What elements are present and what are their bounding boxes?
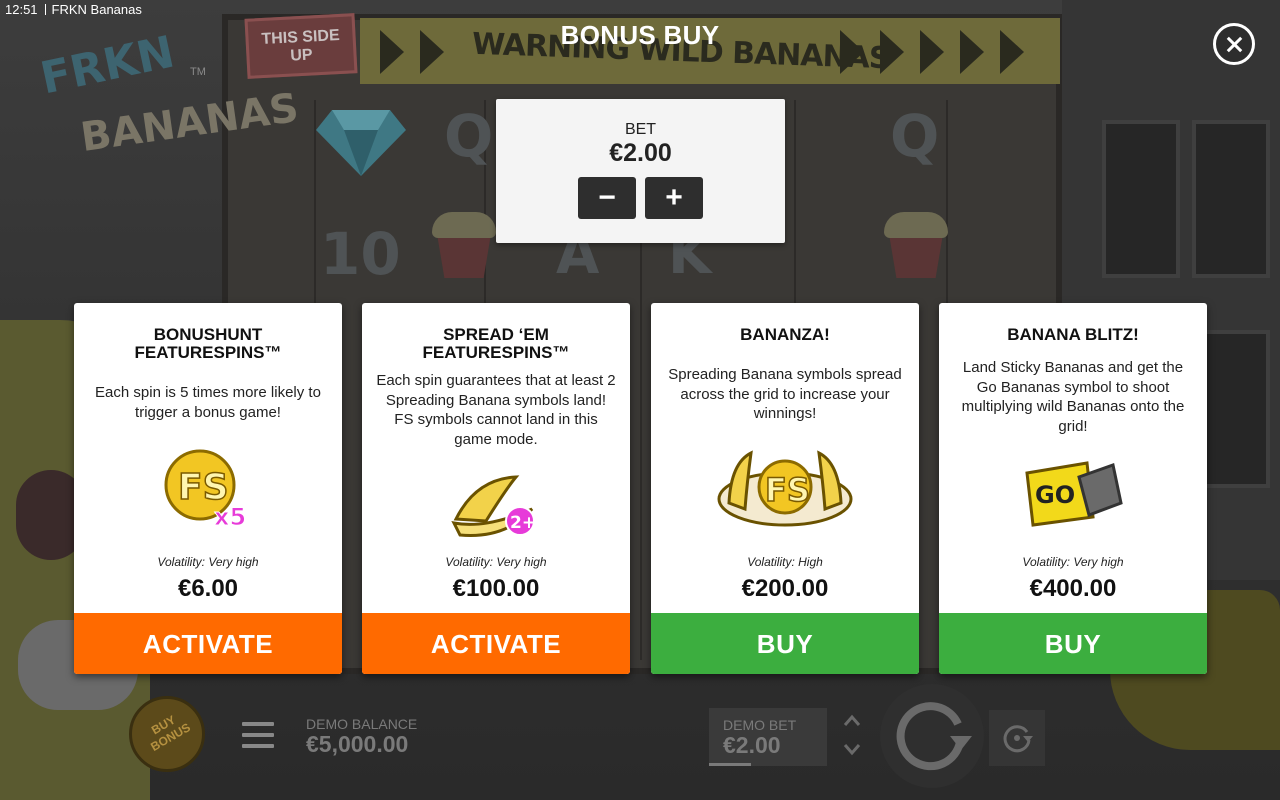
card-description: Land Sticky Bananas and get the Go Banan… [961, 359, 1185, 435]
autoplay-button[interactable] [989, 710, 1045, 766]
bet-value: €2.00 [609, 139, 672, 167]
bonus-card-spread-em: SPREAD ‘EM FEATURESPINS™ Each spin guara… [362, 303, 630, 674]
card-price: €200.00 [741, 575, 829, 602]
fs-bananas-icon: FS [717, 450, 853, 527]
spreading-banana-icon: 2+ [451, 475, 536, 537]
demo-bet-underline [709, 763, 751, 766]
popcorn-symbol [424, 208, 504, 278]
demo-bet-box[interactable]: DEMO BET €2.00 [709, 708, 827, 766]
card-description: Each spin is 5 times more likely to trig… [95, 384, 321, 421]
demo-bet-label: DEMO BET [723, 717, 797, 733]
hamburger-menu-icon[interactable] [242, 722, 274, 748]
symbol-q: Q [890, 102, 940, 170]
bonus-card-bonushunt: BONUSHUNT FEATURESPINS™ Each spin is 5 t… [74, 303, 342, 674]
bet-label: BET [624, 121, 657, 138]
chevron-down-icon[interactable] [843, 740, 861, 758]
card-description: Spreading Banana symbols spread across t… [668, 366, 902, 422]
card-price: €6.00 [177, 575, 239, 602]
demo-balance-value: €5,000.00 [306, 731, 409, 757]
popcorn-symbol [876, 208, 956, 278]
card-title: BONUSHUNT FEATURESPINS™ [134, 325, 282, 362]
2plus-badge-text: 2+ [510, 513, 536, 533]
close-icon[interactable] [1213, 23, 1255, 65]
diamond-symbol [316, 110, 406, 176]
card-title: BANANZA! [740, 325, 830, 344]
activate-button[interactable]: ACTIVATE [362, 613, 630, 674]
card-price: €400.00 [1029, 575, 1117, 602]
symbol-10: 10 [320, 220, 401, 288]
bonus-card-bananza: BANANZA! Spreading Banana symbols spread… [651, 303, 919, 674]
buy-bonus-label: BUY BONUS [148, 712, 193, 754]
card-volatility: Volatility: High [747, 555, 823, 569]
buy-button[interactable]: BUY [651, 613, 919, 674]
demo-bet-value: €2.00 [723, 732, 781, 758]
bonus-card-banana-blitz: BANANA BLITZ! Land Sticky Bananas and ge… [939, 303, 1207, 674]
increase-bet-button[interactable]: + [645, 177, 703, 219]
status-time: 12:51 [5, 2, 38, 17]
fs-badge-text: FS [178, 467, 229, 508]
symbol-q: Q [444, 102, 494, 170]
bet-selector: BET €2.00 − + [496, 99, 785, 243]
chevron-up-icon[interactable] [843, 712, 861, 730]
status-bar: 12:51 FRKN Bananas [0, 0, 142, 20]
card-volatility: Volatility: Very high [1022, 555, 1124, 569]
plus-icon: + [665, 181, 683, 214]
x5-badge-text: x5 [214, 503, 246, 531]
card-volatility: Volatility: Very high [445, 555, 547, 569]
spin-button[interactable] [880, 684, 984, 788]
card-title: SPREAD ‘EM FEATURESPINS™ [422, 325, 570, 362]
fs-x5-icon: FS x5 [164, 449, 247, 532]
card-price: €100.00 [452, 575, 540, 602]
go-badge-text: GO [1035, 481, 1075, 509]
fs-badge-text: FS [765, 471, 810, 509]
demo-balance-label: DEMO BALANCE [306, 716, 418, 732]
go-bananas-icon: GO [1025, 461, 1123, 527]
activate-button[interactable]: ACTIVATE [74, 613, 342, 674]
logo-trademark: TM [190, 66, 206, 78]
buy-bonus-button[interactable]: BUY BONUS [129, 696, 205, 772]
card-description: Each spin guarantees that at least 2 Spr… [376, 372, 616, 448]
buy-button[interactable]: BUY [939, 613, 1207, 674]
card-title: BANANA BLITZ! [1007, 325, 1139, 344]
spin-arrow-icon [896, 702, 972, 771]
modal-title: BONUS BUY [560, 20, 720, 50]
decrease-bet-button[interactable]: − [578, 177, 636, 219]
status-app-title: FRKN Bananas [51, 2, 142, 17]
card-volatility: Volatility: Very high [157, 555, 259, 569]
autoplay-icon [1003, 725, 1033, 753]
minus-icon: − [598, 181, 616, 214]
